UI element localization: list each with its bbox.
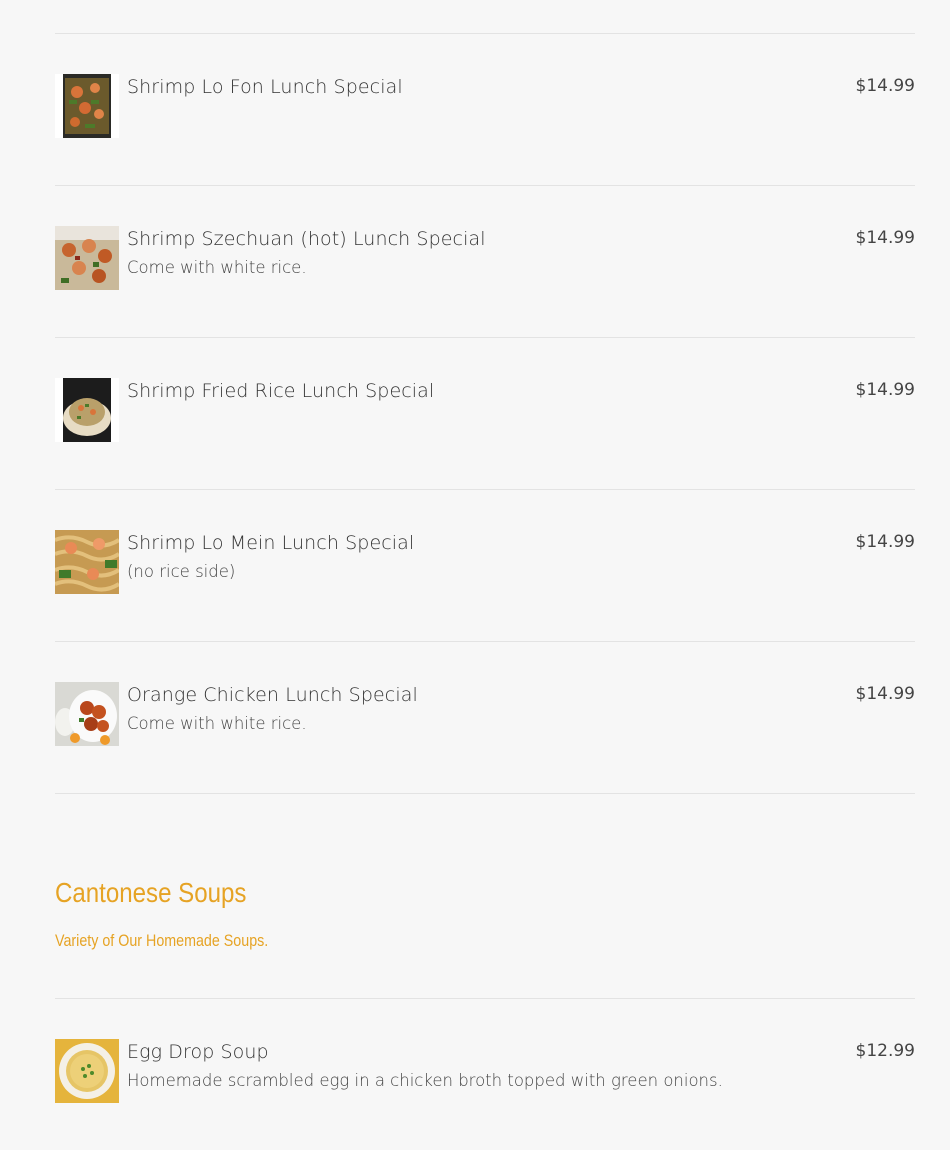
item-price: $14.99 [855, 532, 915, 552]
orange-chicken-photo[interactable] [55, 682, 119, 746]
shrimp-lo-mein-photo[interactable] [55, 530, 119, 594]
item-name[interactable]: Egg Drop Soup [127, 1041, 269, 1063]
item-description: Come with white rice. [127, 258, 307, 277]
menu-list: Shrimp Lo Fon Lunch Special $14.99 Shrim… [55, 0, 915, 1150]
item-price: $14.99 [855, 380, 915, 400]
section-title: Cantonese Soups [55, 877, 247, 908]
egg-drop-soup-photo[interactable] [55, 1039, 119, 1103]
item-price: $14.99 [855, 228, 915, 248]
menu-item-orange-chicken[interactable]: Orange Chicken Lunch Special Come with w… [55, 642, 915, 793]
item-description: Come with white rice. [127, 714, 307, 733]
item-price: $14.99 [855, 76, 915, 96]
shrimp-lo-fon-photo[interactable] [55, 74, 119, 138]
section-subtitle: Variety of Our Homemade Soups. [55, 931, 269, 950]
item-name[interactable]: Shrimp Szechuan (hot) Lunch Special [127, 228, 486, 250]
shrimp-fried-rice-photo[interactable] [55, 378, 119, 442]
menu-item-egg-drop-soup[interactable]: Egg Drop Soup Homemade scrambled egg in … [55, 999, 915, 1150]
menu-item-shrimp-fried-rice[interactable]: Shrimp Fried Rice Lunch Special $14.99 [55, 338, 915, 489]
item-description: (no rice side) [127, 562, 236, 581]
item-price: $14.99 [855, 684, 915, 704]
menu-item-shrimp-lo-fon[interactable]: Shrimp Lo Fon Lunch Special $14.99 [55, 34, 915, 185]
item-name[interactable]: Shrimp Lo Mein Lunch Special [127, 532, 414, 554]
section-cantonese-soups: Cantonese Soups Variety of Our Homemade … [55, 794, 915, 998]
item-name[interactable]: Shrimp Lo Fon Lunch Special [127, 76, 403, 98]
menu-item-shrimp-szechuan[interactable]: Shrimp Szechuan (hot) Lunch Special Come… [55, 186, 915, 337]
menu-item-shrimp-lo-mein[interactable]: Shrimp Lo Mein Lunch Special (no rice si… [55, 490, 915, 641]
item-price: $12.99 [855, 1041, 915, 1061]
item-description: Homemade scrambled egg in a chicken brot… [127, 1071, 723, 1090]
item-name[interactable]: Shrimp Fried Rice Lunch Special [127, 380, 434, 402]
shrimp-szechuan-photo[interactable] [55, 226, 119, 290]
item-name[interactable]: Orange Chicken Lunch Special [127, 684, 418, 706]
